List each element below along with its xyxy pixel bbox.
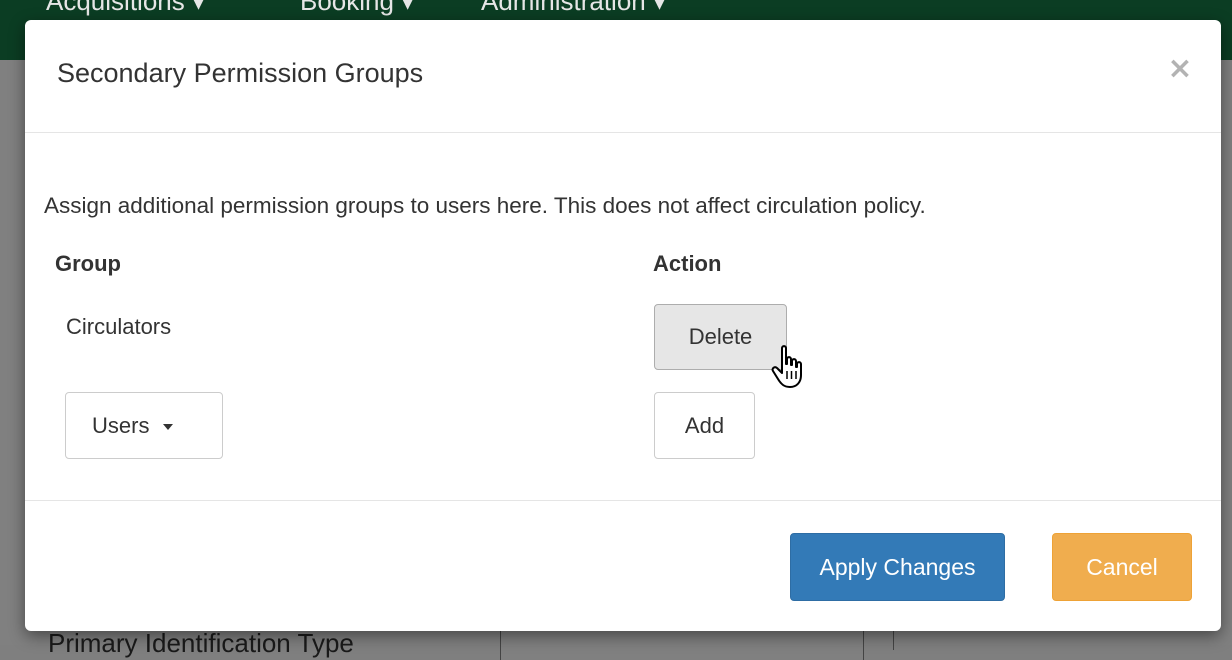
dialog-footer: Apply Changes Cancel <box>25 500 1221 631</box>
delete-group-button[interactable]: Delete <box>654 304 787 370</box>
dialog-description: Assign additional permission groups to u… <box>44 193 926 218</box>
primary-identification-type-label: Primary Identification Type <box>48 628 354 658</box>
secondary-permission-groups-dialog: Secondary Permission Groups × Assign add… <box>25 20 1221 631</box>
close-icon[interactable]: × <box>1165 54 1195 84</box>
cancel-button[interactable]: Cancel <box>1052 533 1192 601</box>
group-select-dropdown[interactable]: Users <box>65 392 223 459</box>
group-row-name: Circulators <box>66 314 172 339</box>
nav-booking[interactable]: Booking ▾ <box>300 0 414 17</box>
dialog-body: Assign additional permission groups to u… <box>25 133 1221 500</box>
primary-identification-type-field <box>500 630 864 660</box>
nav-administration[interactable]: Administration ▾ <box>481 0 666 17</box>
dialog-header: Secondary Permission Groups × <box>25 20 1221 133</box>
nav-acquisitions[interactable]: Acquisitions ▾ <box>46 0 205 17</box>
chevron-down-icon <box>163 423 174 430</box>
hand-pointer-icon <box>771 345 802 388</box>
apply-changes-button[interactable]: Apply Changes <box>790 533 1005 601</box>
group-select-value: Users <box>92 412 150 438</box>
add-group-button[interactable]: Add <box>654 392 755 459</box>
dialog-title: Secondary Permission Groups <box>57 58 424 88</box>
backdrop-divider <box>893 630 894 650</box>
action-column-header: Action <box>653 251 722 276</box>
group-column-header: Group <box>55 251 121 276</box>
